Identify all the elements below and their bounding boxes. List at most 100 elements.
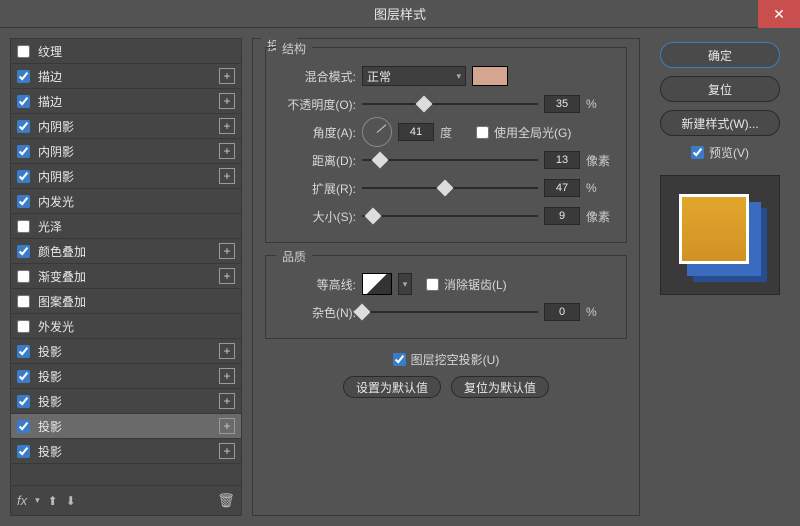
noise-input[interactable]: [544, 303, 580, 321]
move-up-icon[interactable]: ⬆: [48, 494, 58, 508]
sidebar-item-checkbox[interactable]: [17, 145, 30, 158]
close-button[interactable]: ✕: [758, 0, 800, 28]
sidebar-item-checkbox[interactable]: [17, 295, 30, 308]
sidebar-item-checkbox[interactable]: [17, 445, 30, 458]
sidebar-item-4[interactable]: 内阴影+: [11, 139, 241, 164]
sidebar-item-label: 投影: [38, 368, 219, 385]
sidebar-item-checkbox[interactable]: [17, 120, 30, 133]
sidebar-item-3[interactable]: 内阴影+: [11, 114, 241, 139]
cancel-button[interactable]: 复位: [660, 76, 780, 102]
preview-checkbox[interactable]: 预览(V): [691, 144, 749, 161]
knockout-label: 图层挖空投影(U): [411, 351, 500, 368]
titlebar: 图层样式 ✕: [0, 0, 800, 28]
reset-default-button[interactable]: 复位为默认值: [451, 376, 549, 398]
sidebar-item-label: 投影: [38, 443, 219, 460]
close-icon: ✕: [773, 6, 785, 23]
knockout-checkbox[interactable]: 图层挖空投影(U): [393, 351, 500, 368]
sidebar-item-label: 纹理: [38, 43, 235, 60]
sidebar-item-label: 内阴影: [38, 118, 219, 135]
sidebar-item-13[interactable]: 投影+: [11, 364, 241, 389]
chevron-down-icon: ▾: [456, 71, 461, 82]
add-icon[interactable]: +: [219, 443, 235, 459]
quality-group: 品质 等高线: ▾ 消除锯齿(L) 杂色(N): %: [265, 255, 627, 339]
size-slider[interactable]: [362, 208, 538, 224]
distance-unit: 像素: [586, 152, 616, 169]
color-swatch[interactable]: [472, 66, 508, 86]
effects-sidebar: 纹理描边+描边+内阴影+内阴影+内阴影+内发光光泽颜色叠加+渐变叠加+图案叠加外…: [10, 38, 242, 516]
opacity-slider[interactable]: [362, 96, 538, 112]
contour-picker[interactable]: [362, 273, 392, 295]
spread-input[interactable]: [544, 179, 580, 197]
sidebar-item-8[interactable]: 颜色叠加+: [11, 239, 241, 264]
window-title: 图层样式: [374, 4, 426, 23]
sidebar-item-5[interactable]: 内阴影+: [11, 164, 241, 189]
sidebar-item-label: 投影: [38, 343, 219, 360]
add-icon[interactable]: +: [219, 118, 235, 134]
blend-mode-select[interactable]: 正常 ▾: [362, 66, 466, 86]
sidebar-item-checkbox[interactable]: [17, 270, 30, 283]
size-input[interactable]: [544, 207, 580, 225]
contour-dropdown[interactable]: ▾: [398, 273, 412, 295]
angle-input[interactable]: [398, 123, 434, 141]
add-icon[interactable]: +: [219, 93, 235, 109]
sidebar-item-9[interactable]: 渐变叠加+: [11, 264, 241, 289]
noise-slider[interactable]: [362, 304, 538, 320]
add-icon[interactable]: +: [219, 243, 235, 259]
sidebar-item-checkbox[interactable]: [17, 70, 30, 83]
add-icon[interactable]: +: [219, 168, 235, 184]
contour-label: 等高线:: [276, 276, 356, 293]
noise-label: 杂色(N):: [276, 304, 356, 321]
add-icon[interactable]: +: [219, 68, 235, 84]
add-icon[interactable]: +: [219, 393, 235, 409]
ok-button[interactable]: 确定: [660, 42, 780, 68]
sidebar-item-15[interactable]: 投影+: [11, 414, 241, 439]
sidebar-item-14[interactable]: 投影+: [11, 389, 241, 414]
sidebar-item-checkbox[interactable]: [17, 220, 30, 233]
sidebar-item-checkbox[interactable]: [17, 45, 30, 58]
spread-unit: %: [586, 181, 616, 195]
move-down-icon[interactable]: ⬇: [66, 494, 76, 508]
sidebar-item-checkbox[interactable]: [17, 370, 30, 383]
sidebar-item-checkbox[interactable]: [17, 95, 30, 108]
new-style-button[interactable]: 新建样式(W)...: [660, 110, 780, 136]
sidebar-item-0[interactable]: 纹理: [11, 39, 241, 64]
sidebar-item-1[interactable]: 描边+: [11, 64, 241, 89]
opacity-input[interactable]: [544, 95, 580, 113]
sidebar-item-2[interactable]: 描边+: [11, 89, 241, 114]
sidebar-item-label: 光泽: [38, 218, 235, 235]
right-panel: 确定 复位 新建样式(W)... 预览(V): [650, 38, 790, 516]
sidebar-item-checkbox[interactable]: [17, 170, 30, 183]
sidebar-item-checkbox[interactable]: [17, 245, 30, 258]
fx-menu[interactable]: fx: [17, 493, 27, 508]
add-icon[interactable]: +: [219, 343, 235, 359]
add-icon[interactable]: +: [219, 418, 235, 434]
sidebar-item-checkbox[interactable]: [17, 195, 30, 208]
sidebar-item-checkbox[interactable]: [17, 395, 30, 408]
sidebar-item-label: 内发光: [38, 193, 235, 210]
sidebar-item-10[interactable]: 图案叠加: [11, 289, 241, 314]
sidebar-item-checkbox[interactable]: [17, 345, 30, 358]
sidebar-item-6[interactable]: 内发光: [11, 189, 241, 214]
sidebar-item-checkbox[interactable]: [17, 420, 30, 433]
effects-list: 纹理描边+描边+内阴影+内阴影+内阴影+内发光光泽颜色叠加+渐变叠加+图案叠加外…: [11, 39, 241, 485]
distance-slider[interactable]: [362, 152, 538, 168]
make-default-button[interactable]: 设置为默认值: [343, 376, 441, 398]
global-light-checkbox[interactable]: 使用全局光(G): [476, 124, 571, 141]
sidebar-item-checkbox[interactable]: [17, 320, 30, 333]
add-icon[interactable]: +: [219, 268, 235, 284]
global-light-label: 使用全局光(G): [494, 124, 571, 141]
add-icon[interactable]: +: [219, 143, 235, 159]
add-icon[interactable]: +: [219, 368, 235, 384]
spread-slider[interactable]: [362, 180, 538, 196]
antialias-checkbox[interactable]: 消除锯齿(L): [426, 276, 507, 293]
trash-icon[interactable]: 🗑: [217, 492, 235, 509]
sidebar-item-16[interactable]: 投影+: [11, 439, 241, 464]
distance-input[interactable]: [544, 151, 580, 169]
preview-thumbnail: [660, 175, 780, 295]
sidebar-item-12[interactable]: 投影+: [11, 339, 241, 364]
sidebar-item-label: 图案叠加: [38, 293, 235, 310]
sidebar-item-7[interactable]: 光泽: [11, 214, 241, 239]
structure-title: 结构: [276, 40, 312, 57]
angle-dial[interactable]: [362, 117, 392, 147]
sidebar-item-11[interactable]: 外发光: [11, 314, 241, 339]
